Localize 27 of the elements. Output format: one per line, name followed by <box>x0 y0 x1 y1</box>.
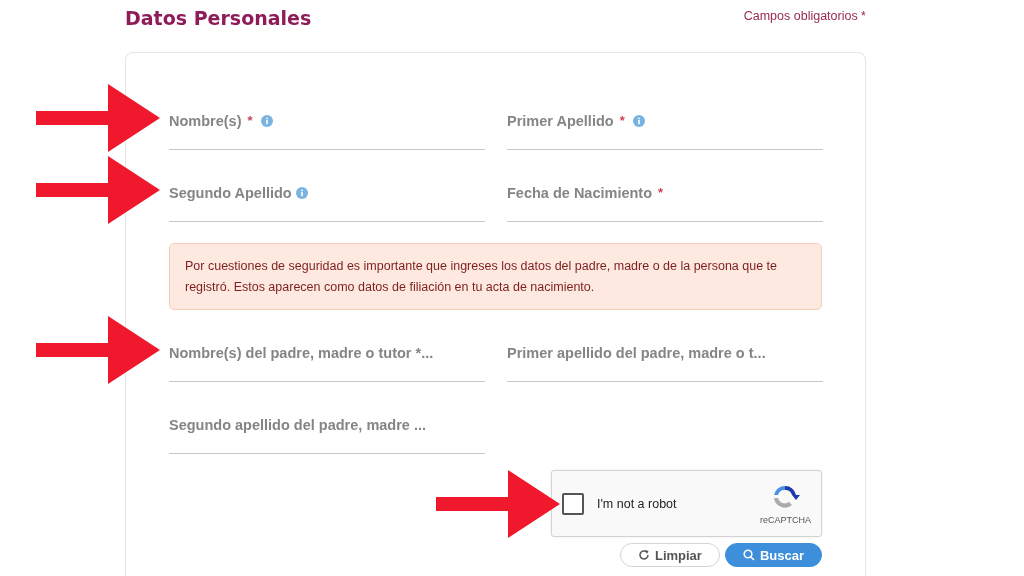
required-asterisk: * <box>247 113 253 128</box>
input-field[interactable]: Nombre(s) * <box>169 100 485 150</box>
refresh-icon <box>637 549 650 561</box>
captcha-checkbox[interactable] <box>562 492 584 515</box>
captcha-brand: reCAPTCHA <box>760 514 811 525</box>
required-asterisk: * <box>619 113 625 128</box>
search-button[interactable]: Buscar <box>724 543 822 567</box>
required-fields-note: Campos obligatorios * <box>743 9 866 23</box>
field-label: Fecha de Nacimiento <box>507 184 653 201</box>
clear-button[interactable]: Limpiar <box>619 543 720 567</box>
section-title: Datos Personales <box>125 7 312 29</box>
field-label: Primer apellido del padre, madre o t... <box>507 344 766 361</box>
field-label: Nombre(s) del padre, madre o tutor *... <box>169 344 434 361</box>
input-field[interactable]: Primer apellido del padre, madre o t... <box>507 332 823 382</box>
search-icon <box>742 549 755 561</box>
field-label: Segundo Apellido <box>169 184 292 201</box>
required-asterisk: * <box>658 185 664 200</box>
input-field[interactable]: Primer Apellido * <box>507 100 823 150</box>
input-field[interactable]: Fecha de Nacimiento * <box>507 172 823 222</box>
input-field[interactable]: Nombre(s) del padre, madre o tutor *... <box>169 332 485 382</box>
captcha-label: I'm not a robot <box>597 496 677 511</box>
field-label: Segundo apellido del padre, madre ... <box>169 416 427 433</box>
security-notice: Por cuestiones de seguridad es importante que ingreses los datos del padre, madre o de la persona que te registró. Estos aparecen como datos de filiación en tu acta de nacimiento. <box>169 243 822 310</box>
input-field[interactable]: Segundo apellido del padre, madre ... <box>169 404 485 454</box>
field-label: Primer Apellido <box>507 112 614 129</box>
input-field[interactable]: Segundo Apellido <box>169 172 485 222</box>
field-label: Nombre(s) <box>169 112 242 129</box>
